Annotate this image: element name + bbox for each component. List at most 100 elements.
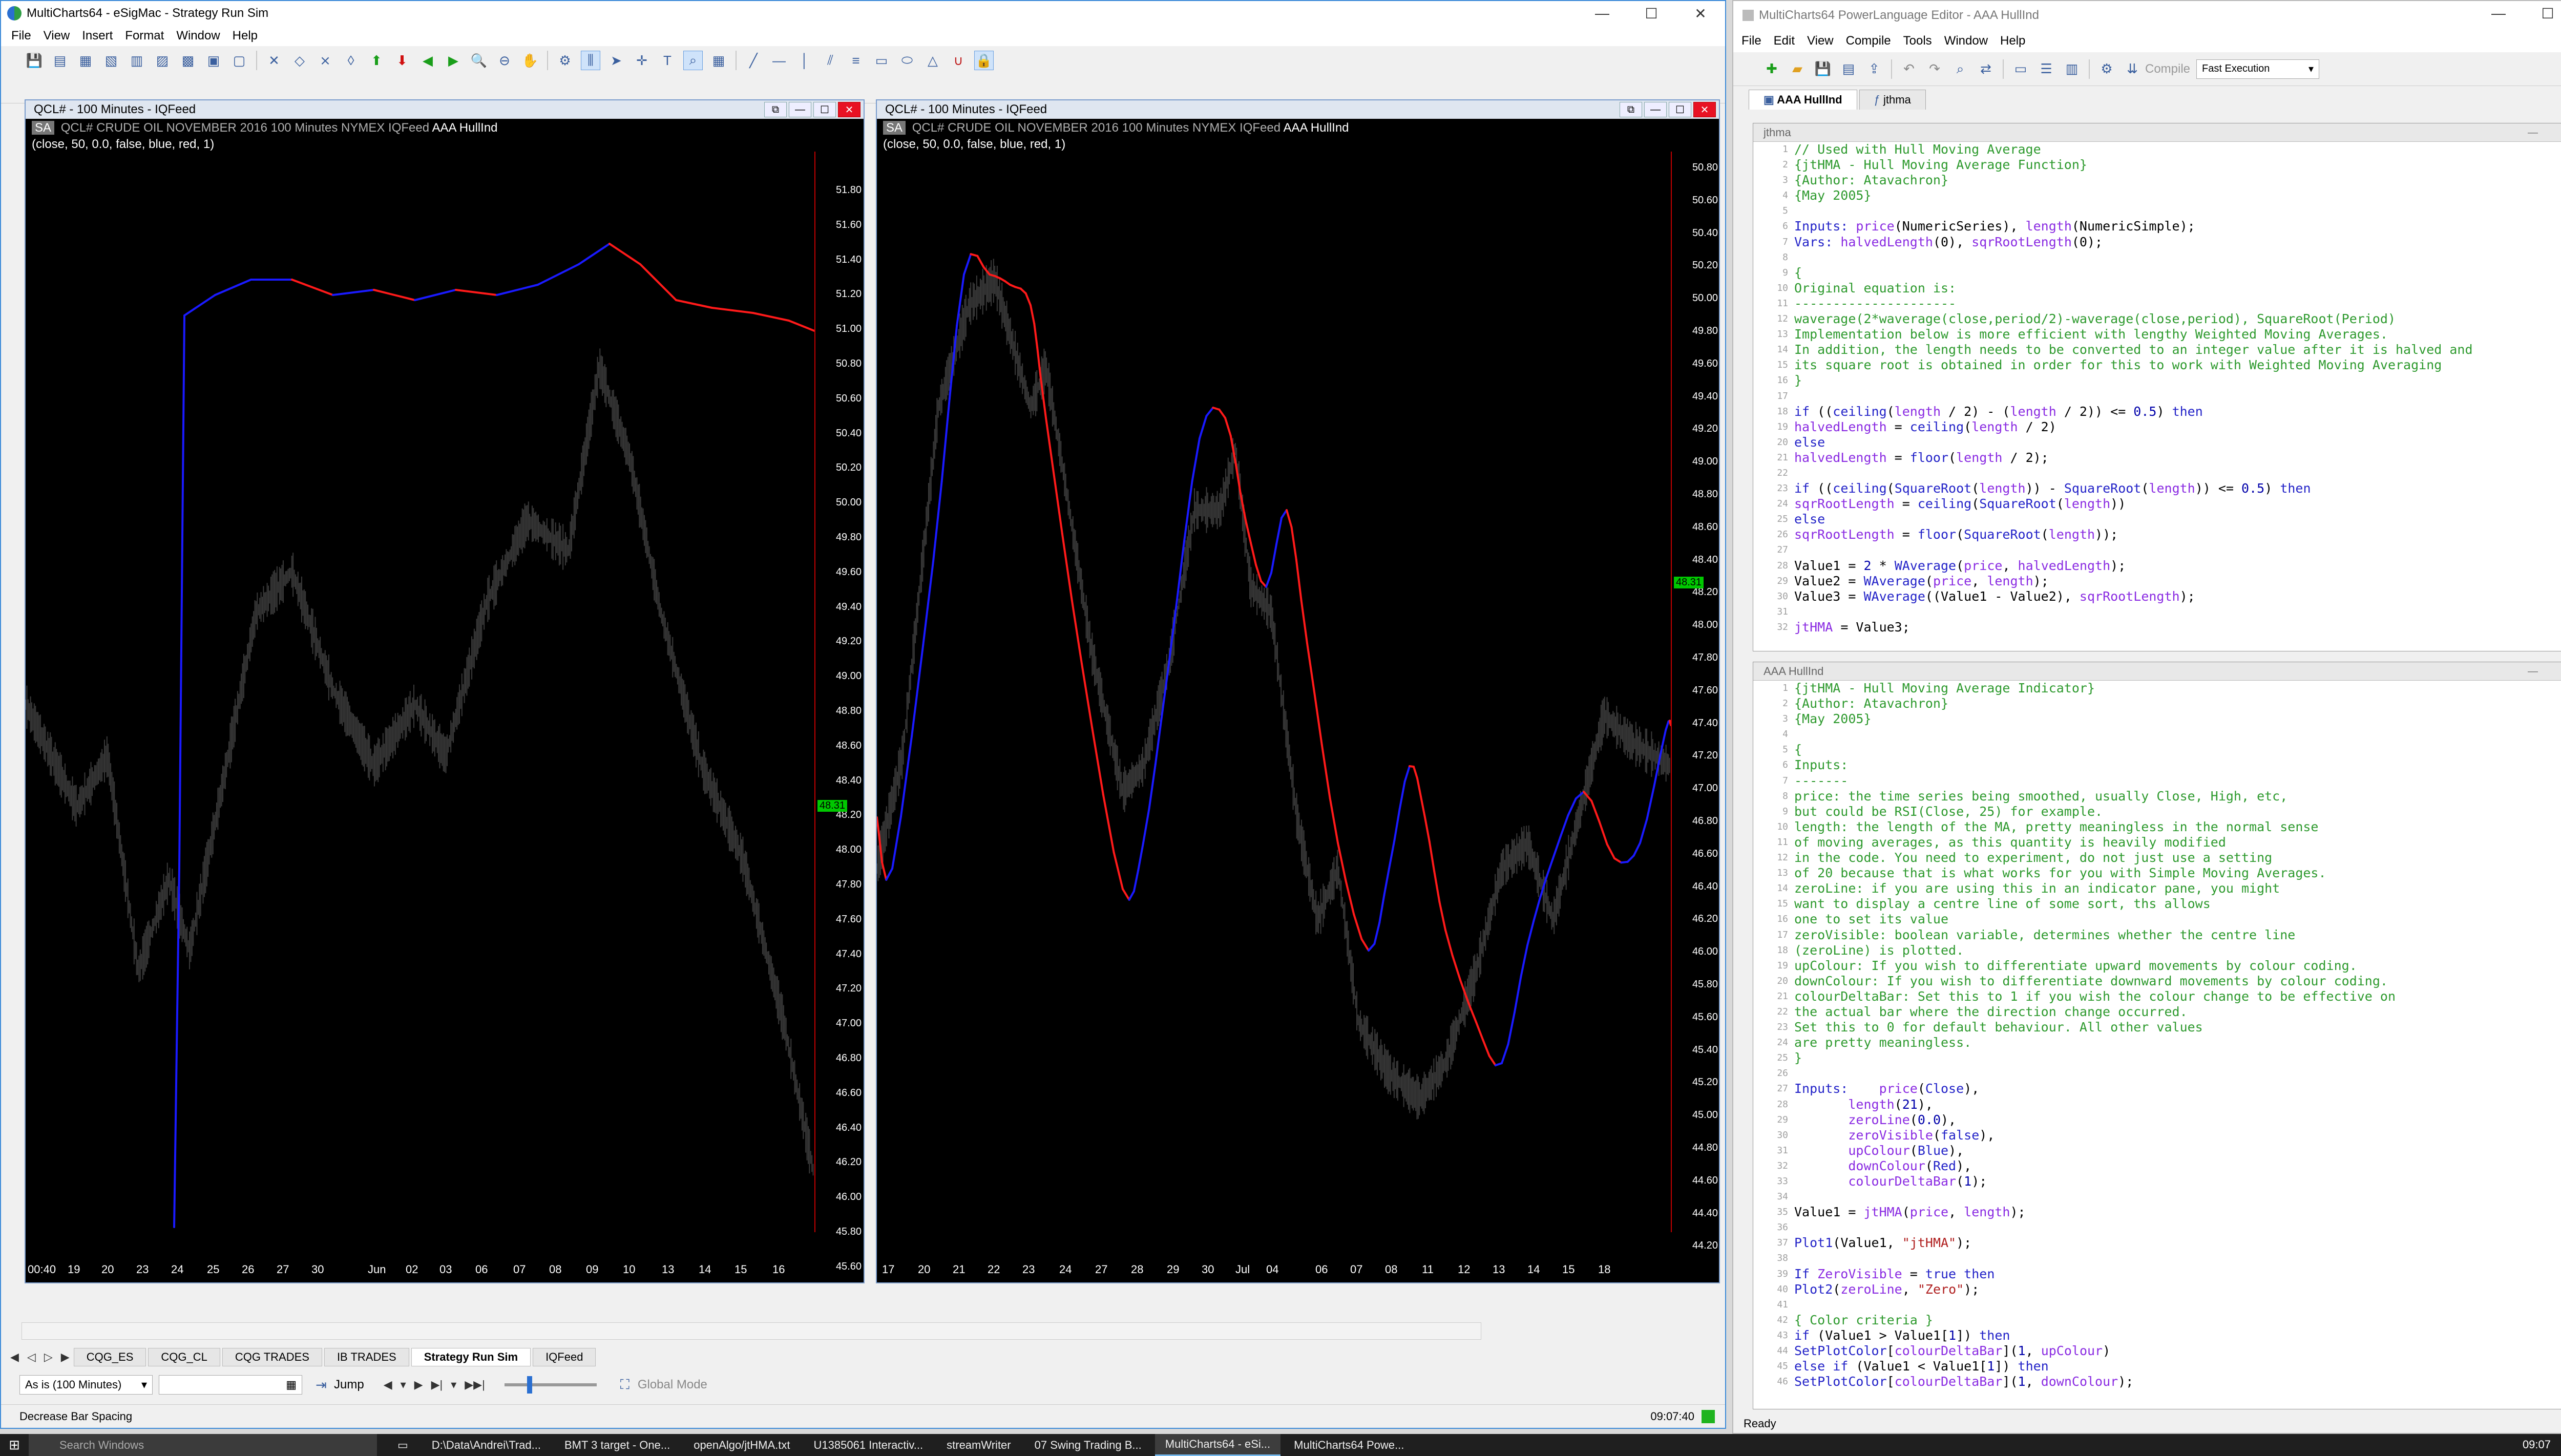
menu-edit[interactable]: Edit (1768, 34, 1801, 48)
code-line[interactable]: 22 (1753, 466, 2561, 481)
pointer-icon[interactable]: ➤ (606, 51, 626, 70)
pane-restore-icon[interactable]: ⧉ (764, 102, 787, 117)
code-line[interactable]: 12 waverage(2*waverage(close,period/2)-wa… (1753, 311, 2561, 327)
editor-jthma[interactable]: jthma —⧉✕ 1// Used with Hull Moving Aver… (1753, 123, 2561, 651)
code-line[interactable]: 30 zeroVisible(false), (1753, 1128, 2561, 1143)
compile-mode-select[interactable]: Fast Execution ▾ (2196, 59, 2320, 79)
minimize-icon[interactable]: — (2523, 664, 2543, 679)
layout-horizontal-icon[interactable]: ▭ (2011, 59, 2030, 79)
arrow-up-icon[interactable]: ⬆ (367, 51, 386, 70)
find-icon[interactable]: ⌕ (1950, 59, 1970, 79)
first-tab-icon[interactable]: ◀ (10, 1351, 19, 1364)
code-line[interactable]: 17 (1753, 389, 2561, 404)
code-line[interactable]: 4 (1753, 727, 2561, 742)
code-line[interactable]: 21 halvedLength = floor(length / 2); (1753, 450, 2561, 466)
triangle-icon[interactable]: △ (923, 51, 942, 70)
compile-icon[interactable]: ⇊ (2123, 59, 2142, 79)
global-mode-label[interactable]: Global Mode (638, 1378, 707, 1392)
code-line[interactable]: 19 upColour: If you wish to differentiate… (1753, 958, 2561, 974)
taskbar-search[interactable]: Search Windows (29, 1434, 377, 1456)
code-line[interactable]: 21 colourDeltaBar: Set this to 1 if you w… (1753, 989, 2561, 1004)
time-axis-right[interactable]: 17 20 21 22 23 24 27 28 29 30 Jul 04 06 07 08 11 12 13 14 1… (877, 1261, 1671, 1281)
code-line[interactable]: 10 Original equation is: (1753, 281, 2561, 296)
taskbar-app-pleditor[interactable]: MultiCharts64 Powe... (1284, 1434, 1414, 1456)
pane-minimize-icon[interactable]: — (789, 102, 811, 117)
layout-split-icon[interactable]: ☰ (2037, 59, 2056, 79)
last-tab-icon[interactable]: ▶ (61, 1351, 70, 1364)
menu-compile[interactable]: Compile (1840, 34, 1897, 48)
chart-pane-right[interactable]: QCL# - 100 Minutes - IQFeed ⧉ — ☐ ✕ SA Q… (876, 99, 1720, 1283)
play-icon[interactable]: ▶ (414, 1378, 423, 1391)
zoom-in-icon[interactable]: 🔍 (469, 51, 489, 70)
code-line[interactable]: 26 (1753, 1066, 2561, 1081)
redo-icon[interactable]: ↷ (1925, 59, 1944, 79)
tab-strategy-run-sim[interactable]: Strategy Run Sim (411, 1348, 531, 1366)
code-line[interactable]: 26 sqrRootLength = floor(SquareRoot(lengt… (1753, 527, 2561, 542)
taskbar-app-chrome[interactable]: openAlgo/jtHMA.txt (683, 1434, 800, 1456)
step-back-menu-icon[interactable]: ▾ (401, 1378, 406, 1391)
task-view-icon[interactable]: ▭ (387, 1434, 418, 1456)
portfolio-icon[interactable]: ▨ (153, 51, 172, 70)
code-line[interactable]: 25 else (1753, 512, 2561, 527)
code-line[interactable]: 19 halvedLength = ceiling(length / 2) (1753, 419, 2561, 435)
time-axis-left[interactable]: 00:40 19 20 23 24 25 26 27 30 Jun 02 03 06 07 08 09 10 13… (26, 1261, 814, 1281)
code-line[interactable]: 40 Plot2(zeroLine, "Zero"); (1753, 1282, 2561, 1297)
tab-cqg-es[interactable]: CQG_ES (73, 1348, 146, 1366)
tab-jthma[interactable]: ƒ jthma (1859, 90, 1926, 110)
menu-tools[interactable]: Tools (1897, 34, 1938, 48)
channel-icon[interactable]: ⫽ (821, 51, 840, 70)
arrow-left-icon[interactable]: ◀ (418, 51, 437, 70)
code-line[interactable]: 18 (zeroLine) is plotted. (1753, 943, 2561, 958)
code-line[interactable]: 2 {Author: Atavachron} (1753, 696, 2561, 711)
code-line[interactable]: 1 // Used with Hull Moving Average (1753, 142, 2561, 157)
taskbar-app-ib[interactable]: U1385061 Interactiv... (804, 1434, 934, 1456)
code-area[interactable]: 1 {jtHMA - Hull Moving Average Indicator}… (1753, 681, 2561, 1409)
code-line[interactable]: 10 length: the length of the MA, pretty m… (1753, 819, 2561, 835)
grid-icon[interactable]: ▦ (709, 51, 728, 70)
code-line[interactable]: 22 the actual bar where the direction cha… (1753, 1004, 2561, 1020)
next-tab-icon[interactable]: ▷ (44, 1351, 53, 1364)
code-line[interactable]: 25} (1753, 1050, 2561, 1066)
step-forward-icon[interactable]: ▶| (431, 1378, 443, 1391)
code-line[interactable]: 17 zeroVisible: boolean variable, determi… (1753, 927, 2561, 943)
code-line[interactable]: 27 (1753, 542, 2561, 558)
code-line[interactable]: 12 in the code. You need to experiment, d… (1753, 850, 2561, 866)
code-line[interactable]: 28 Value1 = 2 * WAverage(price, halvedLen… (1753, 558, 2561, 574)
new-study-icon[interactable]: ✚ (1762, 59, 1781, 79)
code-line[interactable]: 45 else if (Value1 < Value1[1]) then (1753, 1359, 2561, 1374)
code-line[interactable]: 3 {Author: Atavachron} (1753, 173, 2561, 188)
code-line[interactable]: 16} (1753, 373, 2561, 388)
code-line[interactable]: 2 {jtHMA - Hull Moving Average Function} (1753, 157, 2561, 173)
taskbar-app-explorer[interactable]: D:\Data\Andrei\Trad... (422, 1434, 551, 1456)
code-line[interactable]: 9{ (1753, 265, 2561, 281)
tab-ib-trades[interactable]: IB TRADES (324, 1348, 409, 1366)
code-line[interactable]: 33 colourDeltaBar(1); (1753, 1174, 2561, 1189)
code-line[interactable]: 20 else (1753, 435, 2561, 450)
code-line[interactable]: 7 ------- (1753, 773, 2561, 789)
code-line[interactable]: 15 want to display a centre line of some … (1753, 896, 2561, 912)
code-line[interactable]: 5 (1753, 203, 2561, 219)
gear-icon[interactable]: ⚙ (555, 51, 575, 70)
maximize-icon[interactable]: ☐ (2523, 1, 2561, 26)
code-line[interactable]: 20 downColour: If you wish to differentia… (1753, 974, 2561, 989)
horizontal-scrollbar[interactable] (22, 1322, 1481, 1340)
diamond-icon[interactable]: ◇ (290, 51, 309, 70)
minimize-icon[interactable]: — (2474, 1, 2523, 26)
code-line[interactable]: 23 if ((ceiling(SquareRoot(length)) - Squ… (1753, 481, 2561, 496)
resolution-select[interactable]: As is (100 Minutes) ▾ (19, 1375, 153, 1395)
sa-badge[interactable]: SA (883, 121, 906, 135)
code-line[interactable]: 7 Vars: halvedLength(0), sqrRootLength(0)… (1753, 235, 2561, 250)
menu-file[interactable]: File (5, 29, 37, 43)
code-line[interactable]: 9 but could be RSI(Close, 25) for example… (1753, 804, 2561, 819)
dom-window-icon[interactable]: ▥ (127, 51, 146, 70)
code-line[interactable]: 38 (1753, 1251, 2561, 1266)
undo-icon[interactable]: ↶ (1899, 59, 1919, 79)
pane-close-icon[interactable]: ✕ (838, 102, 860, 117)
code-line[interactable]: 32 downColour(Red), (1753, 1158, 2561, 1174)
fibonacci-icon[interactable]: ≡ (846, 51, 866, 70)
price-chart-left[interactable] (26, 152, 814, 1232)
code-line[interactable]: 5{ (1753, 742, 2561, 757)
windows-start-icon[interactable]: ⊞ (0, 1434, 29, 1456)
code-line[interactable]: 15 its square root is obtained in order f… (1753, 357, 2561, 373)
menu-help[interactable]: Help (1994, 34, 2031, 48)
